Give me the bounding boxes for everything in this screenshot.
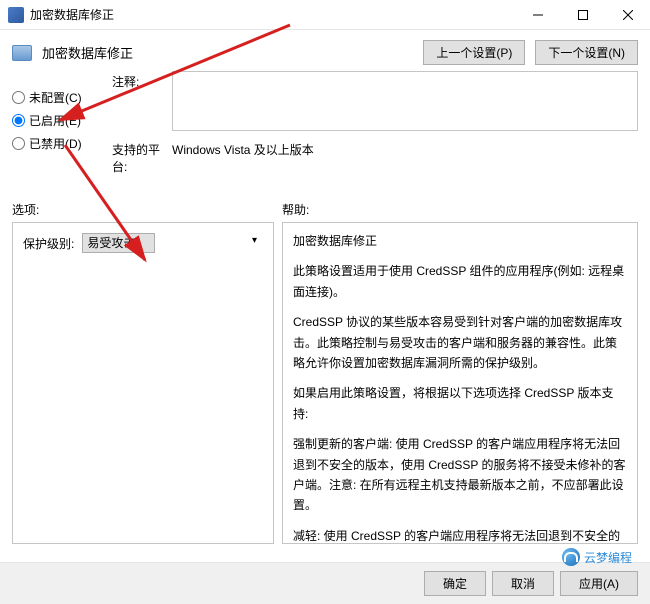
watermark: 云梦编程 [562,548,632,566]
platform-value: Windows Vista 及以上版本 [172,139,638,158]
apply-button[interactable]: 应用(A) [560,571,638,596]
radio-enabled-label: 已启用(E) [29,112,81,129]
help-paragraph: 减轻: 使用 CredSSP 的客户端应用程序将无法回退到不安全的版本，但使用 … [293,526,627,544]
minimize-button[interactable] [515,0,560,30]
section-labels: 选项: 帮助: [0,183,650,222]
titlebar: 加密数据库修正 [0,0,650,30]
watermark-text: 云梦编程 [584,549,632,566]
protect-level-label: 保护级别: [23,235,74,252]
radio-column: 未配置(C) 已启用(E) 已禁用(D) [12,71,100,183]
prev-setting-button[interactable]: 上一个设置(P) [423,40,525,65]
watermark-icon [562,548,580,566]
help-panel[interactable]: 加密数据库修正 此策略设置适用于使用 CredSSP 组件的应用程序(例如: 远… [282,222,638,544]
close-button[interactable] [605,0,650,30]
help-title: 加密数据库修正 [293,231,627,251]
bottom-section: 保护级别: 易受攻击 加密数据库修正 此策略设置适用于使用 CredSSP 组件… [0,222,650,550]
help-paragraph: CredSSP 协议的某些版本容易受到针对客户端的加密数据库攻击。此策略控制与易… [293,312,627,373]
maximize-button[interactable] [560,0,605,30]
help-paragraph: 如果启用此策略设置，将根据以下选项选择 CredSSP 版本支持: [293,383,627,424]
next-setting-button[interactable]: 下一个设置(N) [535,40,638,65]
help-paragraph: 此策略设置适用于使用 CredSSP 组件的应用程序(例如: 远程桌面连接)。 [293,261,627,302]
policy-icon [12,45,32,61]
radio-unconfigured-label: 未配置(C) [29,89,82,106]
options-panel: 保护级别: 易受攻击 [12,222,274,544]
ok-button[interactable]: 确定 [424,571,486,596]
protect-level-select[interactable]: 易受攻击 [82,233,155,253]
radio-disabled-input[interactable] [12,137,25,150]
cancel-button[interactable]: 取消 [492,571,554,596]
help-paragraph: 强制更新的客户端: 使用 CredSSP 的客户端应用程序将无法回退到不安全的版… [293,434,627,516]
top-section: 未配置(C) 已启用(E) 已禁用(D) 注释: 支持的平台: Windows … [0,71,650,183]
page-title: 加密数据库修正 [42,43,133,62]
comment-label: 注释: [112,71,172,90]
radio-enabled-input[interactable] [12,114,25,127]
radio-enabled[interactable]: 已启用(E) [12,112,100,129]
app-icon [8,7,24,23]
radio-unconfigured[interactable]: 未配置(C) [12,89,100,106]
header-row: 加密数据库修正 上一个设置(P) 下一个设置(N) [0,30,650,71]
platform-label: 支持的平台: [112,139,172,175]
help-heading: 帮助: [282,201,309,218]
window-title: 加密数据库修正 [30,6,515,23]
options-heading: 选项: [12,201,282,218]
footer: 确定 取消 应用(A) [0,562,650,604]
radio-unconfigured-input[interactable] [12,91,25,104]
radio-disabled[interactable]: 已禁用(D) [12,135,100,152]
comment-textarea[interactable] [172,71,638,131]
radio-disabled-label: 已禁用(D) [29,135,82,152]
